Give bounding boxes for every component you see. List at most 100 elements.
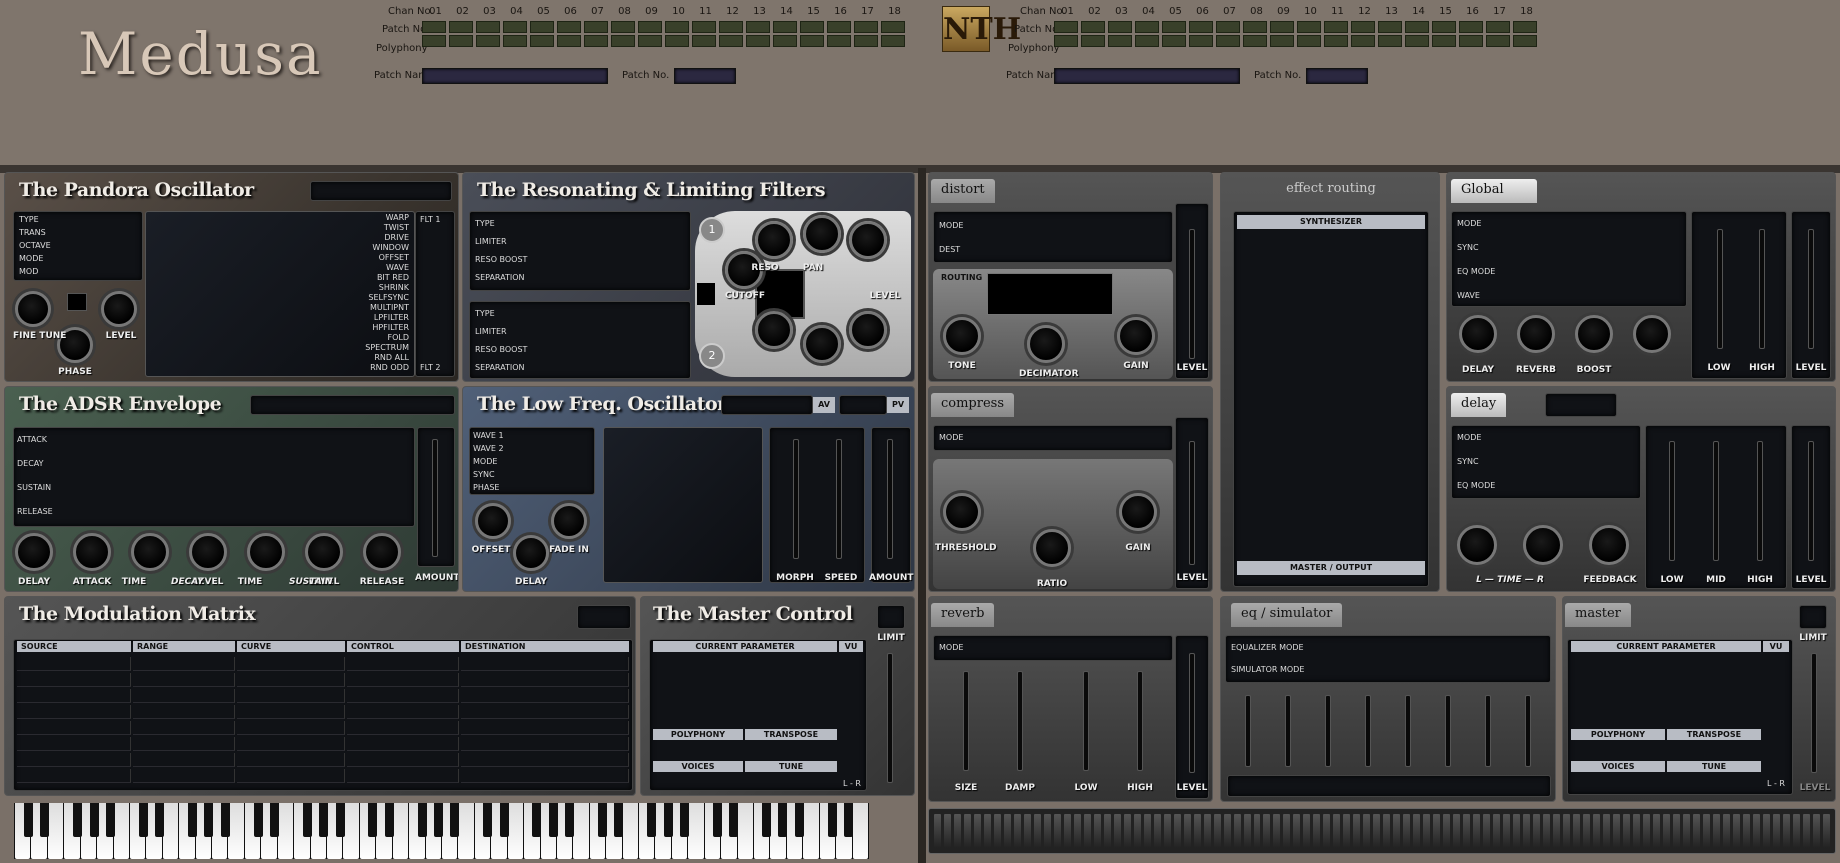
reverb-high-slider[interactable]: [1137, 671, 1143, 771]
black-key[interactable]: [220, 803, 230, 837]
matrix-cell[interactable]: [17, 753, 131, 767]
keyboard-strip-key[interactable]: [1413, 814, 1421, 848]
channel-cell[interactable]: [503, 35, 527, 47]
osc-effect-label[interactable]: WAVE: [305, 263, 409, 272]
channel-cell[interactable]: [584, 21, 608, 33]
matrix-cell[interactable]: [347, 769, 459, 783]
matrix-cell[interactable]: [237, 657, 345, 671]
channel-cell[interactable]: [1135, 21, 1159, 33]
keyboard-strip-key[interactable]: [1592, 814, 1600, 848]
damp-slider[interactable]: [1017, 671, 1023, 771]
black-key[interactable]: [712, 803, 722, 837]
keyboard-strip-key[interactable]: [1393, 814, 1401, 848]
keyboard-strip-key[interactable]: [1093, 814, 1101, 848]
keyboard-strip-key[interactable]: [1323, 814, 1331, 848]
channel-cell[interactable]: [1324, 35, 1348, 47]
keyboard-strip-key[interactable]: [1523, 814, 1531, 848]
channel-cell[interactable]: [611, 21, 635, 33]
matrix-cell[interactable]: [17, 705, 131, 719]
black-key[interactable]: [565, 803, 575, 837]
keyboard-strip-key[interactable]: [1203, 814, 1211, 848]
channel-cell[interactable]: [1108, 35, 1132, 47]
matrix-cell[interactable]: [461, 721, 629, 735]
keyboard-strip-key[interactable]: [1433, 814, 1441, 848]
matrix-cell[interactable]: [461, 673, 629, 687]
adsr-knob[interactable]: [15, 533, 53, 571]
black-key[interactable]: [319, 803, 329, 837]
eq-band-slider[interactable]: [1525, 695, 1531, 767]
keyboard-strip-key[interactable]: [1423, 814, 1431, 848]
global-tab[interactable]: Global: [1451, 179, 1537, 203]
white-key[interactable]: [737, 803, 753, 859]
keyboard-strip-key[interactable]: [1063, 814, 1071, 848]
matrix-cell[interactable]: [17, 689, 131, 703]
eq-tab[interactable]: eq / simulator: [1231, 603, 1343, 627]
keyboard-strip-key[interactable]: [1802, 814, 1810, 848]
black-key[interactable]: [663, 803, 673, 837]
filter1-badge[interactable]: 1: [699, 217, 725, 243]
adsr-graph[interactable]: [13, 427, 415, 527]
channel-cell[interactable]: [1054, 35, 1078, 47]
keyboard-strip-key[interactable]: [1533, 814, 1541, 848]
channel-cell[interactable]: [746, 21, 770, 33]
keyboard-strip-key[interactable]: [1702, 814, 1710, 848]
black-key[interactable]: [434, 803, 443, 837]
channel-cell[interactable]: [638, 21, 662, 33]
black-key[interactable]: [204, 803, 214, 837]
matrix-cell[interactable]: [237, 673, 345, 687]
black-key[interactable]: [24, 803, 33, 837]
channel-cell[interactable]: [1378, 21, 1402, 33]
keyboard-strip-key[interactable]: [1682, 814, 1690, 848]
matrix-cell[interactable]: [347, 753, 459, 767]
keyboard-strip-key[interactable]: [1503, 814, 1511, 848]
keyboard-strip-key[interactable]: [1013, 814, 1021, 848]
black-key[interactable]: [270, 803, 279, 837]
keyboard-strip-key[interactable]: [1582, 814, 1590, 848]
keyboard-strip-key[interactable]: [1383, 814, 1391, 848]
channel-cell[interactable]: [557, 21, 581, 33]
ratio-knob[interactable]: [1033, 529, 1071, 567]
channel-cell[interactable]: [1351, 21, 1375, 33]
fade-in-knob[interactable]: [551, 503, 587, 539]
adsr-knob[interactable]: [305, 533, 343, 571]
keyboard-strip-key[interactable]: [1163, 814, 1171, 848]
channel-cell[interactable]: [449, 21, 473, 33]
channel-cell[interactable]: [1189, 21, 1213, 33]
black-key[interactable]: [762, 803, 771, 837]
eq-band-slider[interactable]: [1405, 695, 1411, 767]
matrix-cell[interactable]: [17, 657, 131, 671]
black-key[interactable]: [302, 803, 312, 837]
keyboard-strip-key[interactable]: [1493, 814, 1501, 848]
secondary-keyboard-strip[interactable]: [928, 808, 1836, 854]
global-high-slider[interactable]: [1759, 229, 1765, 349]
white-key[interactable]: [277, 803, 294, 859]
adsr-knob[interactable]: [363, 533, 401, 571]
patch-no-field[interactable]: [674, 68, 736, 84]
keyboard-strip-key[interactable]: [1053, 814, 1061, 848]
channel-cell[interactable]: [1216, 21, 1240, 33]
patch-no-field[interactable]: [1306, 68, 1368, 84]
keyboard-strip-key[interactable]: [1193, 814, 1201, 848]
matrix-cell[interactable]: [133, 673, 235, 687]
keyboard-strip-key[interactable]: [943, 814, 951, 848]
keyboard-strip-key[interactable]: [1353, 814, 1361, 848]
threshold-knob[interactable]: [943, 493, 981, 531]
compress-tab[interactable]: compress: [931, 393, 1015, 417]
keyboard-strip-key[interactable]: [1712, 814, 1720, 848]
matrix-cell[interactable]: [461, 689, 629, 703]
filter-knob[interactable]: [803, 215, 841, 253]
reverb-tab[interactable]: reverb: [931, 603, 995, 627]
matrix-cell[interactable]: [17, 721, 131, 735]
keyboard-strip-key[interactable]: [1772, 814, 1780, 848]
osc-effect-label[interactable]: HPFILTER: [305, 323, 409, 332]
keyboard-strip-key[interactable]: [1263, 814, 1271, 848]
channel-cell[interactable]: [422, 21, 446, 33]
eq-band-slider[interactable]: [1245, 695, 1251, 767]
keyboard-strip-key[interactable]: [1642, 814, 1650, 848]
filter-knob[interactable]: [849, 311, 887, 349]
channel-cell[interactable]: [1243, 21, 1267, 33]
keyboard-strip-key[interactable]: [1143, 814, 1151, 848]
lfo-delay-knob[interactable]: [513, 535, 549, 571]
black-key[interactable]: [106, 803, 115, 837]
delay-tab[interactable]: delay: [1451, 393, 1507, 417]
